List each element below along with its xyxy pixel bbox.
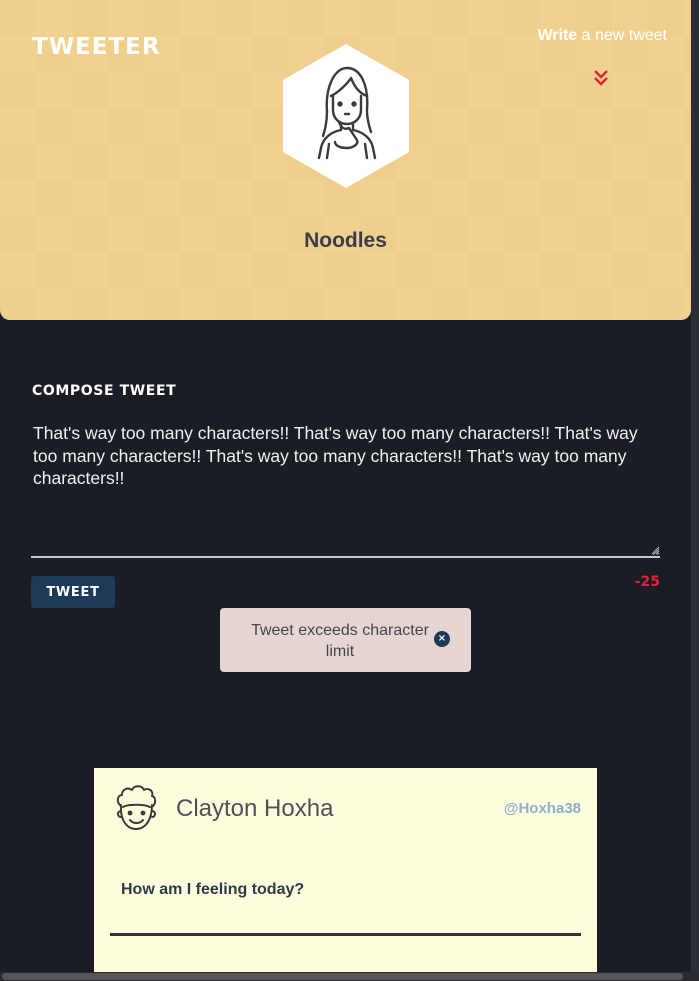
write-label-rest: a new tweet <box>577 27 667 44</box>
user-avatar-icon <box>116 785 157 830</box>
write-new-tweet-link[interactable]: Write a new tweet <box>537 27 667 45</box>
tweet-text: How am I feeling today? <box>121 881 305 898</box>
vertical-scrollbar[interactable] <box>691 0 699 972</box>
tweet-card: Clayton Hoxha @Hoxha38 How am I feeling … <box>94 768 597 981</box>
tweet-button[interactable]: TWEET <box>31 576 115 608</box>
close-icon[interactable]: × <box>434 631 450 647</box>
tweet-author-handle: @Hoxha38 <box>503 800 581 817</box>
profile-avatar-icon <box>283 44 409 188</box>
tweet-divider <box>110 933 581 936</box>
resize-grip-icon[interactable] <box>650 545 660 555</box>
error-alert: Tweet exceeds character limit × <box>220 608 471 672</box>
profile-header: TWEETER Write a new tweet Noodles <box>0 0 691 320</box>
horizontal-scrollbar-thumb[interactable] <box>2 973 683 980</box>
write-label-bold: Write <box>537 27 578 44</box>
double-chevron-down-icon[interactable] <box>592 68 610 88</box>
tweet-textarea[interactable]: That's way too many characters!! That's … <box>31 420 660 558</box>
character-counter: -25 <box>634 574 660 590</box>
profile-name: Noodles <box>304 229 387 252</box>
app-logo: TWEETER <box>32 34 161 60</box>
compose-title: COMPOSE TWEET <box>32 383 177 399</box>
error-message: Tweet exceeds character limit <box>251 622 429 660</box>
tweet-author-name: Clayton Hoxha <box>176 795 334 822</box>
